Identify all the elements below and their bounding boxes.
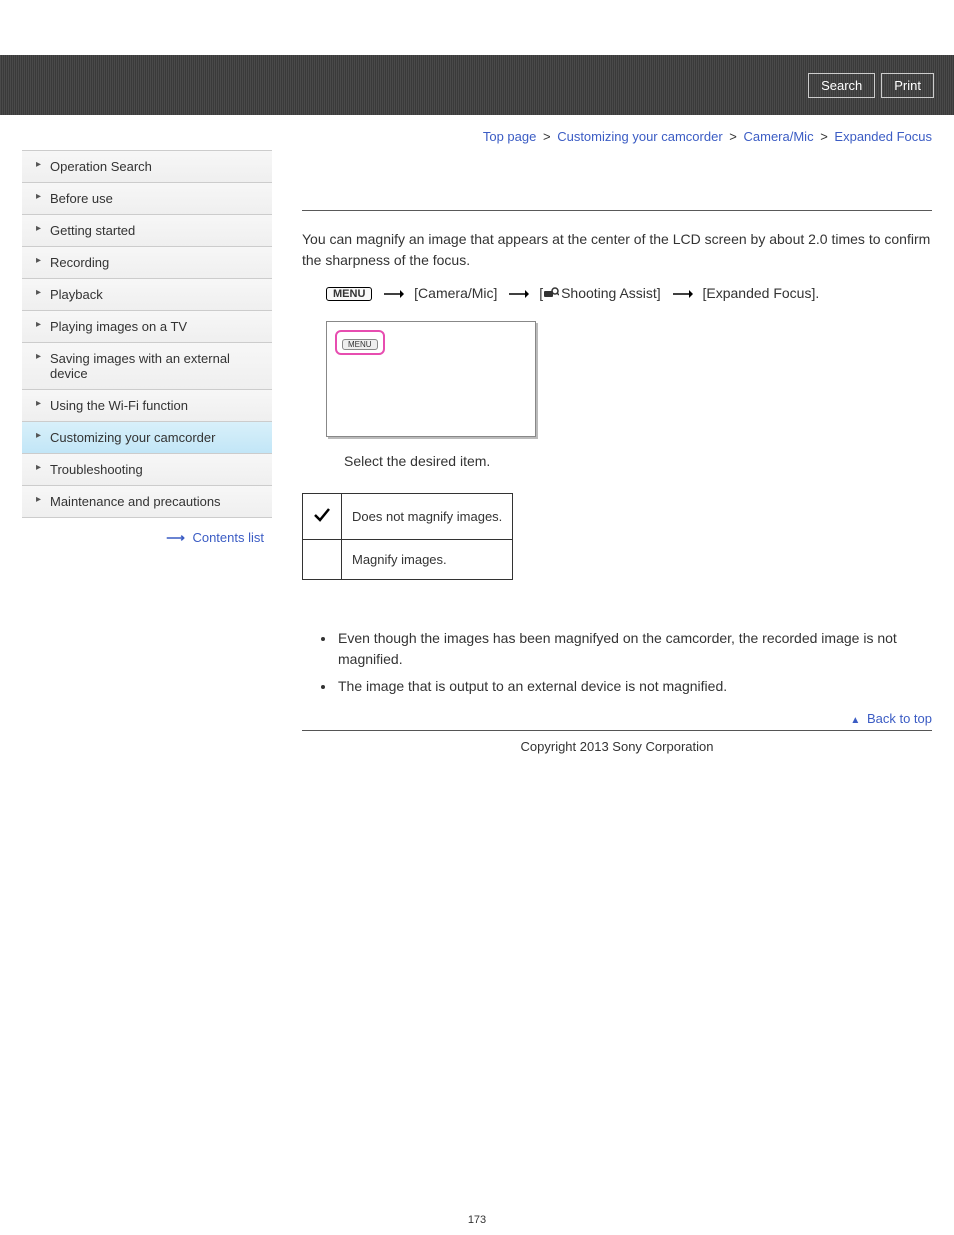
sidebar-item-operation-search[interactable]: Operation Search: [22, 150, 272, 183]
breadcrumb-sep: >: [729, 129, 737, 144]
breadcrumb: Top page > Customizing your camcorder > …: [0, 115, 954, 150]
note-item: The image that is output to an external …: [336, 676, 932, 697]
sidebar-item-getting-started[interactable]: Getting started: [22, 215, 272, 247]
print-button[interactable]: Print: [881, 73, 934, 98]
path-camera-mic: [Camera/Mic]: [414, 285, 497, 301]
sidebar-item-troubleshooting[interactable]: Troubleshooting: [22, 454, 272, 486]
option-desc: Does not magnify images.: [342, 493, 513, 539]
table-row: Does not magnify images.: [303, 493, 513, 539]
notes-list: Even though the images has been magnifye…: [336, 628, 932, 697]
sidebar-item-saving-external[interactable]: Saving images with an external device: [22, 343, 272, 390]
sidebar-item-label: Customizing your camcorder: [50, 430, 215, 445]
sidebar-item-label: Playing images on a TV: [50, 319, 187, 334]
sidebar-item-playback[interactable]: Playback: [22, 279, 272, 311]
shooting-assist-icon: [543, 286, 559, 303]
breadcrumb-sep: >: [820, 129, 828, 144]
up-triangle-icon: ▲: [850, 715, 860, 726]
page-number: 173: [0, 794, 954, 1226]
sidebar-item-label: Before use: [50, 191, 113, 206]
breadcrumb-top[interactable]: Top page: [483, 129, 537, 144]
menu-thumb-highlight: MENU: [335, 330, 385, 355]
contents-list-wrap: ⟶ Contents list: [22, 518, 272, 546]
arrow-icon: [382, 289, 404, 299]
arrow-icon: [507, 289, 529, 299]
lcd-screenshot: MENU: [326, 321, 536, 437]
back-to-top-link[interactable]: Back to top: [867, 711, 932, 726]
breadcrumb-sep: >: [543, 129, 551, 144]
sidebar-item-before-use[interactable]: Before use: [22, 183, 272, 215]
menu-box-icon: MENU: [326, 287, 372, 301]
sidebar-item-playing-tv[interactable]: Playing images on a TV: [22, 311, 272, 343]
divider: [302, 210, 932, 211]
breadcrumb-cat[interactable]: Customizing your camcorder: [557, 129, 722, 144]
options-table: Does not magnify images. Magnify images.: [302, 493, 513, 580]
intro-text: You can magnify an image that appears at…: [302, 229, 932, 271]
table-row: Magnify images.: [303, 539, 513, 579]
breadcrumb-sub[interactable]: Camera/Mic: [744, 129, 814, 144]
sidebar: Operation Search Before use Getting star…: [22, 150, 272, 794]
sidebar-item-label: Using the Wi-Fi function: [50, 398, 188, 413]
arrow-right-icon: ⟶: [166, 530, 185, 545]
sidebar-item-customizing[interactable]: Customizing your camcorder: [22, 422, 272, 454]
menu-path: MENU [Camera/Mic] [Shooting Assist] [Exp…: [326, 285, 932, 303]
menu-thumb-icon: MENU: [342, 339, 378, 350]
header-bar: Search Print: [0, 55, 954, 115]
sidebar-item-label: Saving images with an external device: [50, 351, 230, 381]
sidebar-item-label: Recording: [50, 255, 109, 270]
sidebar-item-label: Operation Search: [50, 159, 152, 174]
sidebar-item-maintenance[interactable]: Maintenance and precautions: [22, 486, 272, 518]
contents-list-link[interactable]: Contents list: [192, 530, 264, 545]
back-to-top-wrap: ▲ Back to top: [302, 707, 932, 731]
sidebar-item-wifi[interactable]: Using the Wi-Fi function: [22, 390, 272, 422]
sidebar-item-recording[interactable]: Recording: [22, 247, 272, 279]
path-expanded-focus: [Expanded Focus].: [702, 285, 819, 301]
path-shooting-assist: Shooting Assist]: [561, 285, 661, 301]
check-icon: [303, 493, 342, 539]
sidebar-item-label: Maintenance and precautions: [50, 494, 221, 509]
empty-cell: [303, 539, 342, 579]
sidebar-item-label: Troubleshooting: [50, 462, 143, 477]
note-item: Even though the images has been magnifye…: [336, 628, 932, 670]
main-content: You can magnify an image that appears at…: [302, 150, 932, 794]
copyright-text: Copyright 2013 Sony Corporation: [302, 731, 932, 794]
search-button[interactable]: Search: [808, 73, 875, 98]
arrow-icon: [671, 289, 693, 299]
step-text: Select the desired item.: [344, 453, 932, 469]
option-desc: Magnify images.: [342, 539, 513, 579]
sidebar-item-label: Getting started: [50, 223, 135, 238]
breadcrumb-page[interactable]: Expanded Focus: [834, 129, 932, 144]
sidebar-item-label: Playback: [50, 287, 103, 302]
